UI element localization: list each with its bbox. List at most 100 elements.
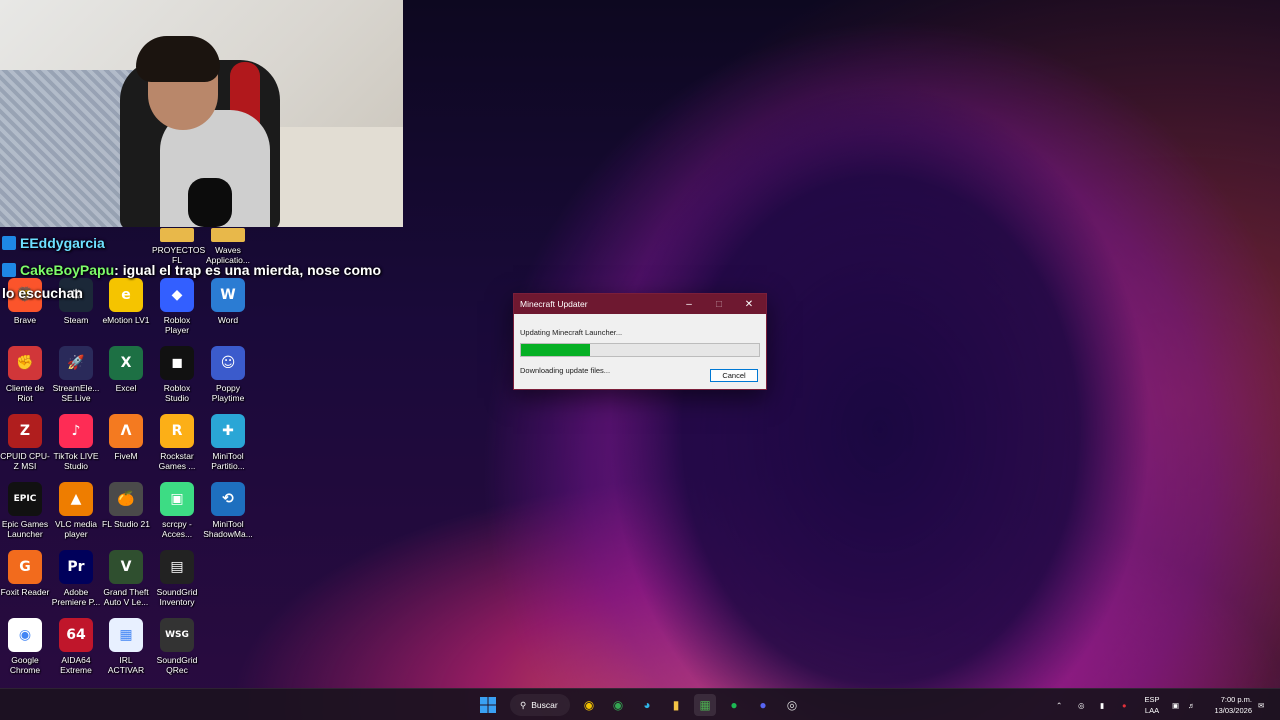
- chrome-taskbar-icon[interactable]: ◉: [578, 694, 600, 716]
- chat-text: : igual el trap es una mierda, nose como: [114, 262, 382, 278]
- chat-text: lo escuchan: [2, 285, 83, 301]
- desktop-icon-vlc[interactable]: ▲ VLC media player: [51, 482, 101, 539]
- scrcpy-icon: ▣: [160, 482, 194, 516]
- start-button[interactable]: [477, 694, 499, 716]
- desktop-icon-label: Excel: [115, 383, 137, 393]
- desktop-icon-soundgrid-qrec[interactable]: WSG SoundGrid QRec: [152, 618, 202, 675]
- desktop-icon-minitool-partition[interactable]: ✚ MiniTool Partitio...: [203, 414, 253, 471]
- desktop-icon-roblox-player[interactable]: ◆ Roblox Player: [152, 278, 202, 335]
- desktop-icon-label: Brave: [13, 315, 37, 325]
- tray-app-icon[interactable]: ◎: [1078, 689, 1085, 720]
- cancel-button[interactable]: Cancel: [710, 369, 758, 382]
- desktop-icon-label: FiveM: [114, 451, 138, 461]
- folder-icon: [211, 228, 245, 242]
- dialog-title: Minecraft Updater: [520, 299, 588, 309]
- desktop-icon-word[interactable]: W Word: [203, 278, 253, 325]
- word-icon: W: [211, 278, 245, 312]
- desktop-icon-epic[interactable]: EPIC Epic Games Launcher: [0, 482, 50, 539]
- desktop-icon-irl-activar[interactable]: ▦ IRL ACTIVAR: [101, 618, 151, 675]
- chat-message-1: EEddygarcia: [2, 235, 105, 251]
- emotion-icon: e: [109, 278, 143, 312]
- desktop-icon-label: Epic Games Launcher: [1, 519, 49, 539]
- desktop-icon-excel[interactable]: X Excel: [101, 346, 151, 393]
- desktop-icon-streamelements[interactable]: 🚀 StreamEle... SE.Live: [51, 346, 101, 403]
- desktop-icon-rockstar[interactable]: R Rockstar Games ...: [152, 414, 202, 471]
- desktop-icon-gta[interactable]: V Grand Theft Auto V Le...: [101, 550, 151, 607]
- desktop-icon-cpuz[interactable]: Z CPUID CPU-Z MSI: [0, 414, 50, 471]
- lang-bottom: LAA: [1144, 706, 1160, 715]
- network-icon[interactable]: ▣: [1172, 689, 1179, 720]
- desktop-icon-label: Roblox Player: [163, 315, 191, 335]
- desktop-icon-soundgrid-inventory[interactable]: ▤ SoundGrid Inventory: [152, 550, 202, 607]
- discord-taskbar-icon[interactable]: ●: [752, 694, 774, 716]
- twitch-badge-icon: [2, 236, 16, 250]
- clock[interactable]: 7:00 p.m. 13/03/2026: [1214, 694, 1252, 716]
- desktop-icon-fl-studio[interactable]: 🍊 FL Studio 21: [101, 482, 151, 529]
- desktop-icon-poppy[interactable]: ☺ Poppy Playtime: [203, 346, 253, 403]
- excel-icon: X: [109, 346, 143, 380]
- fl-studio-icon: 🍊: [109, 482, 143, 516]
- close-icon[interactable]: ✕: [734, 294, 764, 314]
- desktop-icon-label: IRL ACTIVAR: [107, 655, 145, 675]
- premiere-icon: Pr: [59, 550, 93, 584]
- desktop-icon-foxit[interactable]: G Foxit Reader: [0, 550, 50, 597]
- desktop-icon-roblox-studio[interactable]: ◼ Roblox Studio: [152, 346, 202, 403]
- desktop-icon-label: TikTok LIVE Studio: [53, 451, 99, 471]
- language-indicator[interactable]: ESP LAA: [1140, 694, 1164, 716]
- desktop-icon-label: CPUID CPU-Z MSI: [0, 451, 50, 471]
- desktop-icon-minitool-shadowmaker[interactable]: ⟲ MiniTool ShadowMa...: [203, 482, 253, 539]
- lang-top: ESP: [1144, 695, 1160, 704]
- dialog-titlebar[interactable]: Minecraft Updater – □ ✕: [514, 294, 766, 314]
- obs-taskbar-icon[interactable]: ◎: [781, 694, 803, 716]
- maximize-icon[interactable]: □: [704, 294, 734, 314]
- desktop-icon-tiktok[interactable]: ♪ TikTok LIVE Studio: [51, 414, 101, 471]
- edge-taskbar-icon[interactable]: ◕: [636, 694, 658, 716]
- desktop-icon-riot[interactable]: ✊ Cliente de Riot: [0, 346, 50, 403]
- minimize-icon[interactable]: –: [674, 294, 704, 314]
- chrome-profile-taskbar-icon[interactable]: ◉: [607, 694, 629, 716]
- desktop-icon-label: AIDA64 Extreme: [60, 655, 92, 675]
- foxit-icon: G: [8, 550, 42, 584]
- chat-message-2-cont: lo escuchan: [2, 285, 83, 301]
- desktop-icon-label: Google Chrome: [9, 655, 41, 675]
- desktop-icon-aida64[interactable]: 64 AIDA64 Extreme: [51, 618, 101, 675]
- desktop-icon-label: VLC media player: [54, 519, 98, 539]
- desktop-icon-label: eMotion LV1: [102, 315, 150, 325]
- desktop-icon-chrome[interactable]: ◉ Google Chrome: [0, 618, 50, 675]
- desktop-icon-emotion[interactable]: e eMotion LV1: [101, 278, 151, 325]
- roblox-studio-icon: ◼: [160, 346, 194, 380]
- chat-username: CakeBoyPapu: [20, 262, 115, 278]
- desktop-icon-waves[interactable]: Waves Applicatio...: [203, 228, 253, 265]
- desktop-icon-premiere[interactable]: Pr Adobe Premiere P...: [51, 550, 101, 607]
- cpuz-icon: Z: [8, 414, 42, 448]
- volume-icon[interactable]: ♬: [1188, 689, 1196, 720]
- soundgrid-inventory-icon: ▤: [160, 550, 194, 584]
- spotify-taskbar-icon[interactable]: ●: [723, 694, 745, 716]
- rockstar-icon: R: [160, 414, 194, 448]
- riot-icon: ✊: [8, 346, 42, 380]
- desktop-icon-proyectos-fl[interactable]: PROYECTOS FL: [152, 228, 205, 265]
- tray-mic-icon[interactable]: ●: [1122, 689, 1127, 720]
- minecraft-updater-dialog: Minecraft Updater – □ ✕ Updating Minecra…: [513, 293, 767, 390]
- desktop-icon-label: Cliente de Riot: [5, 383, 45, 403]
- desktop-icon-scrcpy[interactable]: ▣ scrcpy - Acces...: [152, 482, 202, 539]
- tray-usb-icon[interactable]: ▮: [1100, 689, 1104, 720]
- desktop-icon-fivem[interactable]: Λ FiveM: [101, 414, 151, 461]
- desktop-icon-label: Adobe Premiere P...: [51, 587, 101, 607]
- file-explorer-taskbar-icon[interactable]: ▮: [665, 694, 687, 716]
- minitool-shadowmaker-icon: ⟲: [211, 482, 245, 516]
- desktop-icon-label: Foxit Reader: [0, 587, 50, 597]
- aida64-icon: 64: [59, 618, 93, 652]
- tray-overflow-icon[interactable]: ⌃: [1056, 689, 1062, 720]
- minecraft-taskbar-icon[interactable]: ▦: [694, 694, 716, 716]
- soundgrid-qrec-icon: WSG: [160, 618, 194, 652]
- desktop-icon-label: Word: [217, 315, 239, 325]
- chat-username: EEddygarcia: [20, 235, 105, 251]
- desktop-icon-label: SoundGrid QRec: [156, 655, 198, 675]
- notification-icon[interactable]: ✉: [1258, 689, 1264, 720]
- desktop-icon-label: Rockstar Games ...: [158, 451, 196, 471]
- taskbar: ⚲ Buscar ◉ ◉ ◕ ▮ ▦ ● ● ◎ ⌃ ◎ ▮ ● ESP LAA…: [0, 688, 1280, 720]
- taskbar-search[interactable]: ⚲ Buscar: [510, 694, 570, 716]
- epic-icon: EPIC: [8, 482, 42, 516]
- search-icon: ⚲: [520, 699, 527, 710]
